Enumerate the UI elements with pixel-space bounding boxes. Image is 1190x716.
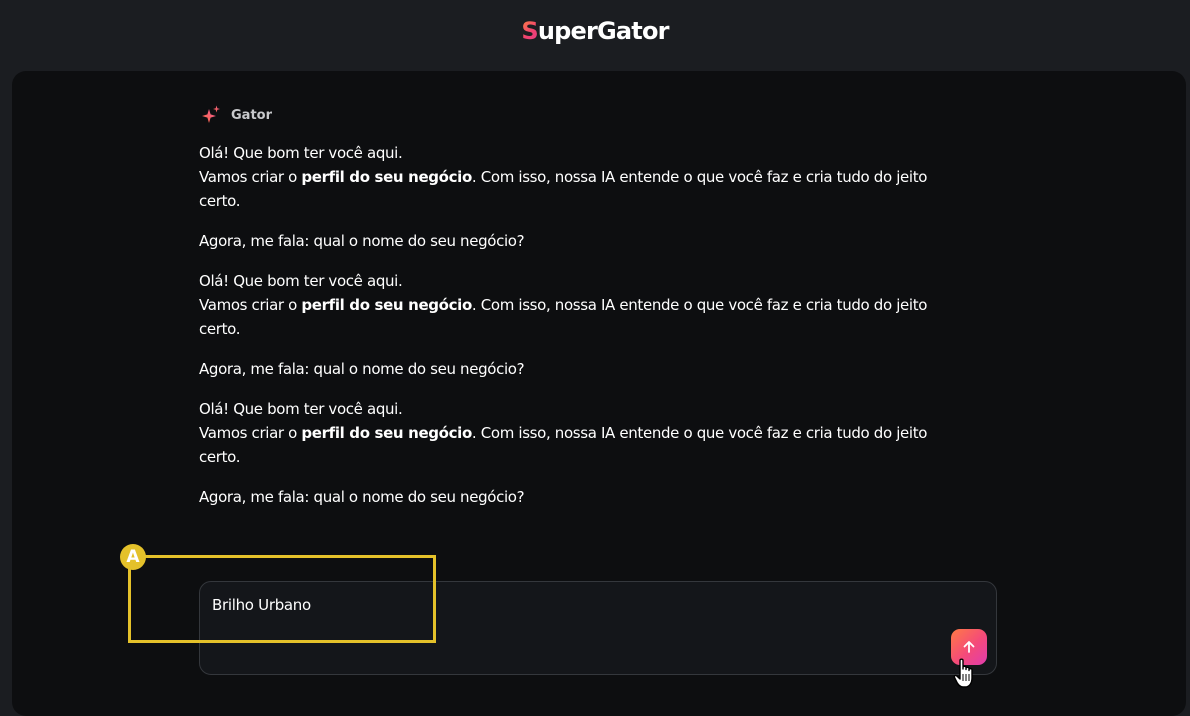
message-text-bold: perfil do seu negócio [301,168,472,186]
annotation-badge: A [120,544,146,570]
assistant-header: Gator [200,105,272,125]
message-list: Olá! Que bom ter você aqui. Vamos criar … [199,141,934,525]
message-intro: Olá! Que bom ter você aqui. Vamos criar … [199,141,934,213]
message-question: Agora, me fala: qual o nome do seu negóc… [199,360,525,378]
message-greeting: Olá! Que bom ter você aqui. [199,400,403,418]
message-greeting: Olá! Que bom ter você aqui. [199,144,403,162]
sparkle-icon [200,104,222,126]
hand-cursor-icon [953,658,973,688]
message-intro: Olá! Que bom ter você aqui. Vamos criar … [199,269,934,341]
app-logo: SuperGator [0,15,1190,47]
logo-first-letter: S [521,17,538,45]
assistant-message: Olá! Que bom ter você aqui. Vamos criar … [199,269,934,381]
message-text-bold: perfil do seu negócio [301,424,472,442]
assistant-message: Olá! Que bom ter você aqui. Vamos criar … [199,141,934,253]
annotation-highlight-box [128,555,436,643]
assistant-name: Gator [231,107,272,123]
message-text-prefix: Vamos criar o [199,168,302,186]
arrow-up-icon [963,641,975,653]
assistant-message: Olá! Que bom ter você aqui. Vamos criar … [199,397,934,509]
message-intro: Olá! Que bom ter você aqui. Vamos criar … [199,397,934,469]
app-header: SuperGator [0,0,1190,64]
logo-rest: uperGator [537,17,670,45]
message-text-bold: perfil do seu negócio [301,296,472,314]
message-text-prefix: Vamos criar o [199,424,302,442]
message-greeting: Olá! Que bom ter você aqui. [199,272,403,290]
message-question: Agora, me fala: qual o nome do seu negóc… [199,232,525,250]
message-text-prefix: Vamos criar o [199,296,302,314]
message-question: Agora, me fala: qual o nome do seu negóc… [199,488,525,506]
